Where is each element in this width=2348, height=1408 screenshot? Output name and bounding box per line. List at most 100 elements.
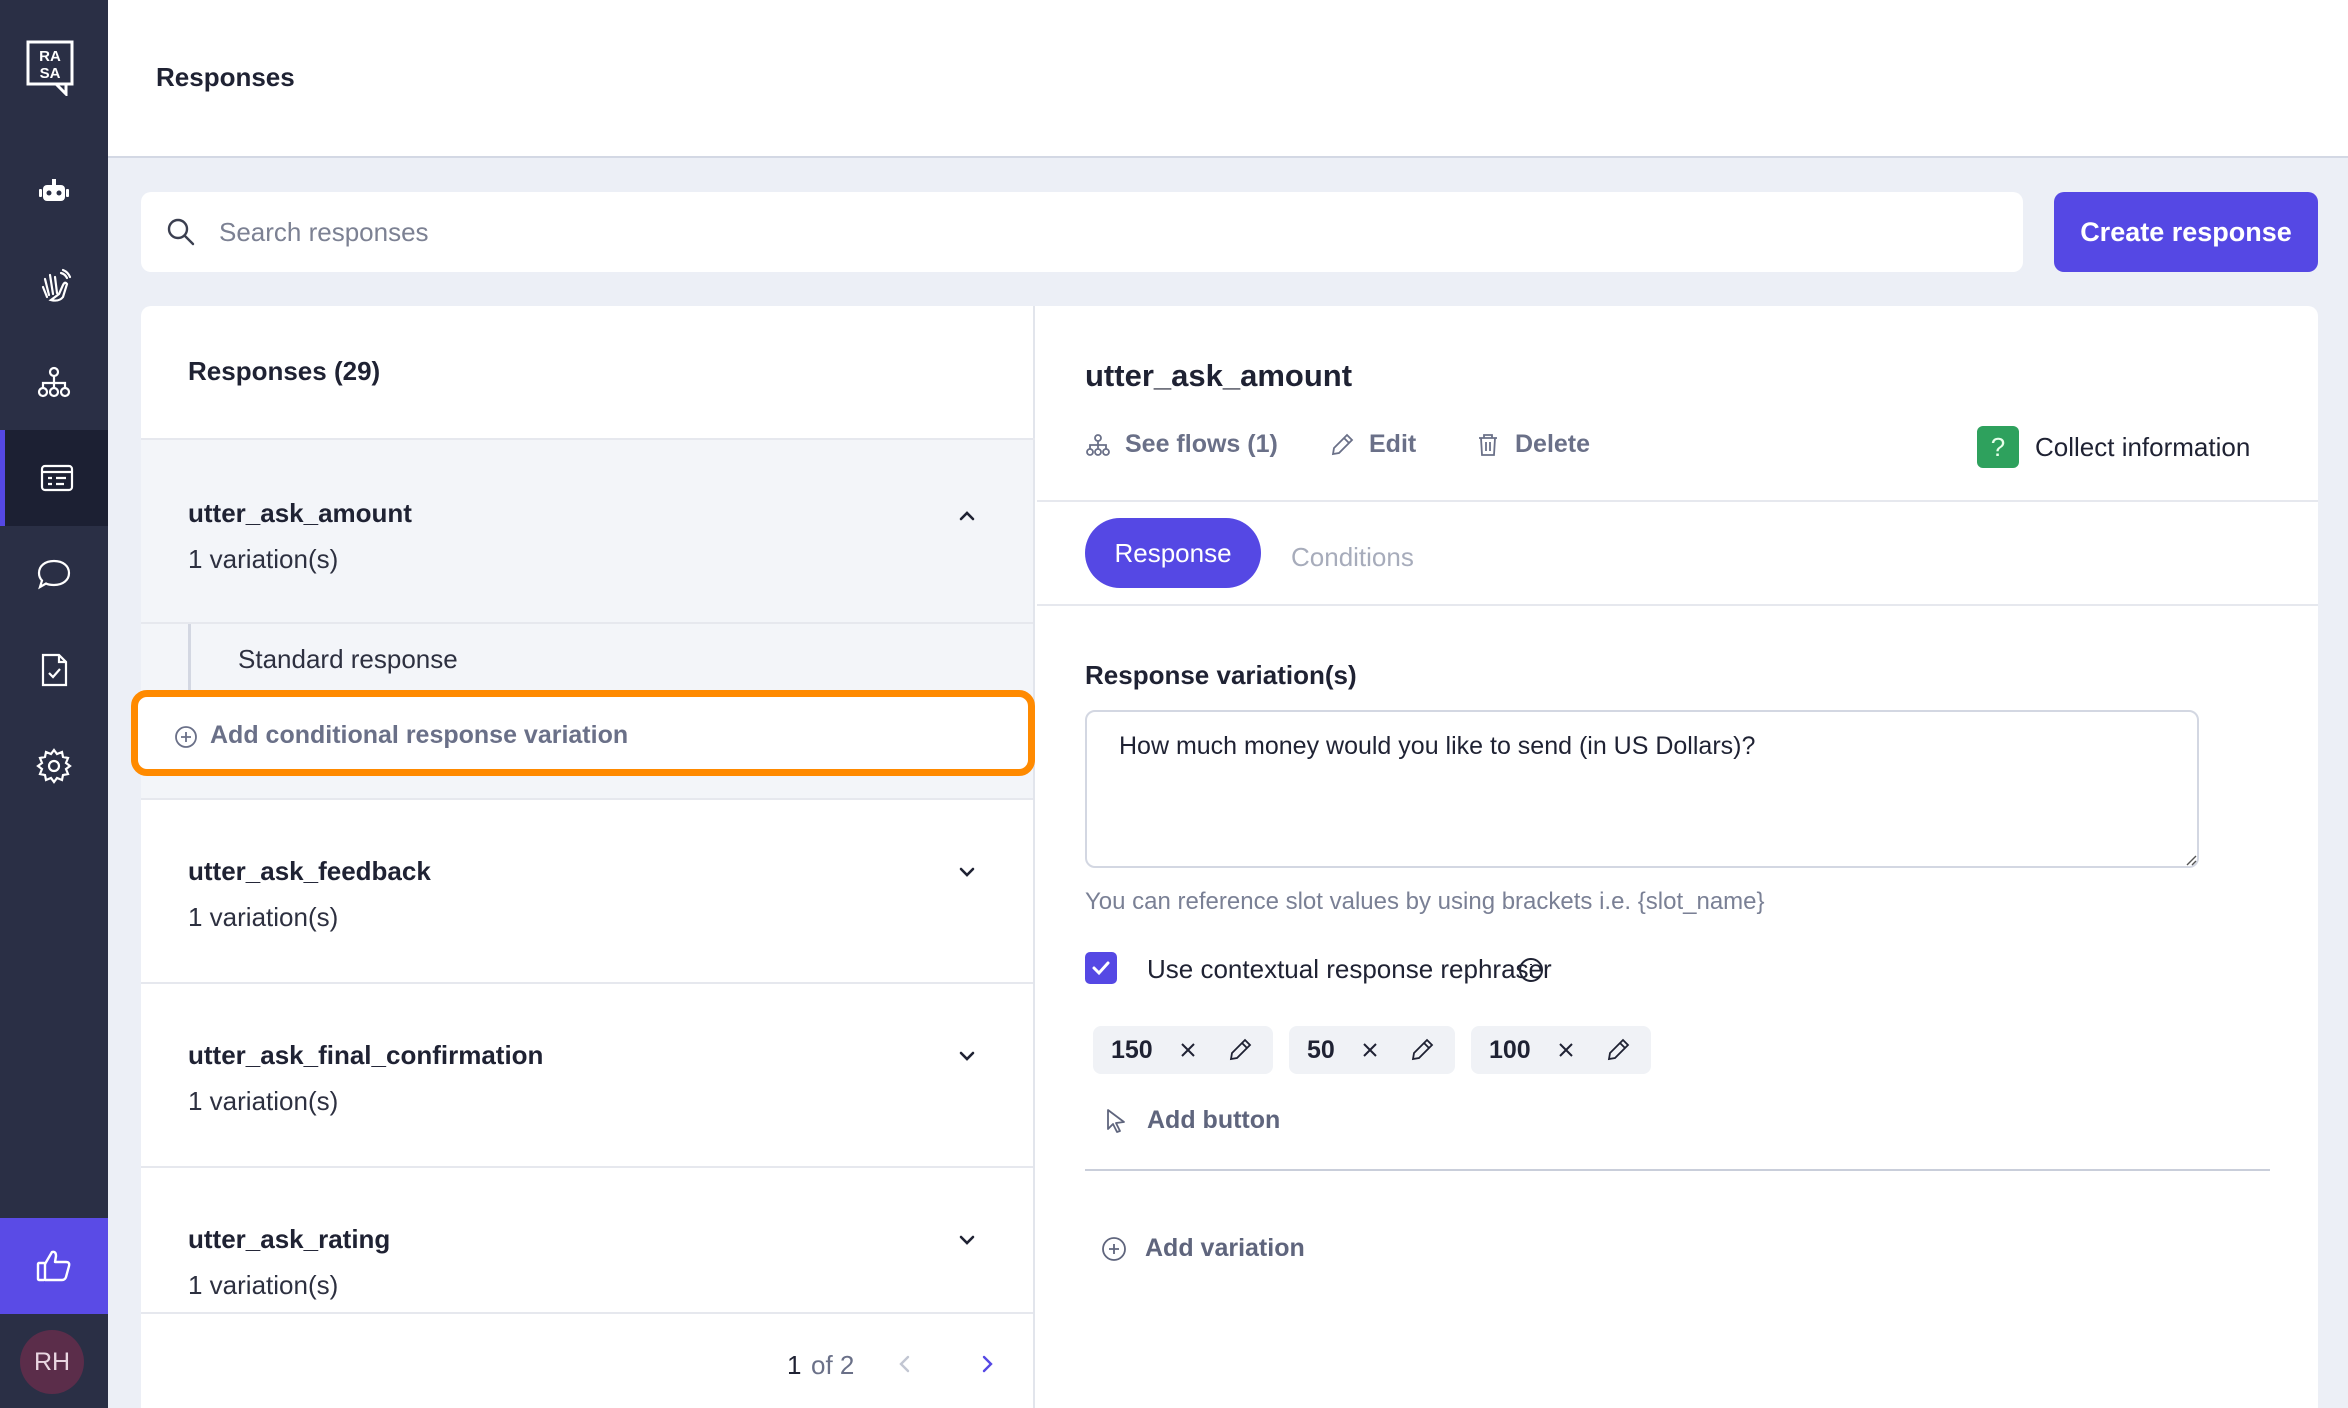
logo-text-bottom: SA	[40, 65, 61, 82]
variation-count: 1 variation(s)	[188, 1086, 339, 1116]
plus-circle-icon	[175, 726, 197, 748]
checkmark-icon	[1092, 961, 1110, 976]
divider	[1085, 1169, 2270, 1171]
standard-response-item[interactable]: Standard response	[238, 644, 458, 675]
list-item[interactable]: utter_ask_amount 1 variation(s)	[141, 440, 1033, 624]
nav-settings[interactable]	[0, 718, 108, 814]
response-button-chip[interactable]: 50	[1289, 1026, 1455, 1074]
chevron-down-icon[interactable]	[953, 1042, 981, 1070]
thumbs-up-icon	[36, 1250, 71, 1282]
nav-conversations[interactable]	[0, 526, 108, 622]
add-variation-button[interactable]: Add variation	[1101, 1234, 1305, 1263]
response-name: utter_ask_rating	[188, 1224, 391, 1254]
robot-icon	[39, 179, 69, 201]
responses-count: Responses (29)	[188, 356, 381, 386]
nav-intents[interactable]	[0, 238, 108, 334]
rasa-logo-icon[interactable]: RA SA	[26, 40, 76, 96]
nav-bot[interactable]	[0, 144, 108, 240]
page-total: of 2	[811, 1350, 855, 1380]
pagination: 1 of 2	[141, 1314, 1033, 1408]
flows-icon	[1086, 433, 1110, 456]
tab-response[interactable]: Response	[1085, 518, 1261, 588]
response-name: utter_ask_final_confirmation	[188, 1040, 544, 1070]
main-card: Responses (29) utter_ask_amount 1 variat…	[131, 306, 2318, 1408]
delete-label: Delete	[1515, 430, 1591, 458]
divider	[1037, 604, 2318, 606]
question-icon: ?	[1977, 426, 2019, 468]
collect-label: Collect information	[2035, 431, 2251, 462]
nav-responses[interactable]	[0, 430, 108, 526]
search-bar	[141, 192, 2023, 272]
add-button-label: Add button	[1147, 1106, 1281, 1134]
button-value: 100	[1489, 1035, 1531, 1064]
close-icon[interactable]	[1179, 1041, 1197, 1059]
responses-list: Responses (29) utter_ask_amount 1 variat…	[131, 306, 1035, 1408]
nav-flows[interactable]	[0, 334, 108, 430]
gear-icon	[36, 748, 72, 784]
search-input[interactable]	[219, 210, 1979, 254]
list-header: Responses (29)	[141, 306, 1035, 440]
chevron-up-icon[interactable]	[953, 502, 981, 530]
pencil-icon[interactable]	[1227, 1037, 1253, 1063]
nav-tests[interactable]	[0, 622, 108, 718]
pencil-icon	[1331, 433, 1354, 455]
variation-textarea[interactable]: How much money would you like to send (i…	[1085, 710, 2199, 868]
search-icon	[167, 218, 195, 246]
variation-count: 1 variation(s)	[188, 1270, 339, 1300]
pencil-icon[interactable]	[1409, 1037, 1435, 1063]
add-variation-label: Add variation	[1145, 1234, 1305, 1262]
sidebar: RA SA RH	[0, 0, 108, 1408]
chevron-right-icon[interactable]	[975, 1352, 999, 1376]
see-flows-label: See flows (1)	[1125, 430, 1278, 458]
chevron-down-icon[interactable]	[953, 1226, 981, 1254]
response-detail: utter_ask_amount See flows (1) Edit Dele…	[1037, 306, 2318, 1408]
collect-information-badge: ? Collect information	[1977, 426, 2250, 468]
variation-count: 1 variation(s)	[188, 544, 339, 574]
see-flows-button[interactable]: See flows (1)	[1085, 430, 1278, 459]
response-button-chip[interactable]: 150	[1093, 1026, 1273, 1074]
plus-circle-icon	[1102, 1236, 1126, 1261]
list-item[interactable]: utter_ask_rating 1 variation(s)	[141, 1168, 1033, 1314]
info-icon[interactable]	[1517, 956, 1545, 984]
pencil-icon[interactable]	[1605, 1037, 1631, 1063]
divider	[1037, 500, 2318, 502]
edit-button[interactable]: Edit	[1329, 430, 1416, 459]
button-value: 150	[1111, 1035, 1153, 1064]
chevron-down-icon[interactable]	[953, 858, 981, 886]
logo-text-top: RA	[39, 48, 61, 65]
avatar[interactable]: RH	[20, 1330, 84, 1394]
close-icon[interactable]	[1557, 1041, 1575, 1059]
rephraser-checkbox[interactable]	[1085, 952, 1117, 984]
tab-conditions[interactable]: Conditions	[1291, 542, 1414, 573]
response-name: utter_ask_feedback	[188, 856, 431, 886]
delete-button[interactable]: Delete	[1475, 430, 1590, 459]
create-response-button[interactable]: Create response	[2054, 192, 2318, 272]
button-value: 50	[1307, 1035, 1335, 1064]
responses-icon	[40, 464, 73, 492]
list-item[interactable]: utter_ask_final_confirmation 1 variation…	[141, 984, 1033, 1168]
slot-hint: You can reference slot values by using b…	[1085, 888, 1765, 915]
variation-count: 1 variation(s)	[188, 902, 339, 932]
tree-line	[188, 624, 191, 696]
trash-icon	[1479, 433, 1497, 456]
list-item[interactable]: utter_ask_feedback 1 variation(s)	[141, 800, 1033, 984]
response-title: utter_ask_amount	[1085, 358, 1353, 393]
chevron-left-icon[interactable]	[893, 1352, 917, 1376]
rephraser-label: Use contextual response rephraser	[1147, 954, 1552, 984]
close-icon[interactable]	[1361, 1041, 1379, 1059]
clipboard-check-icon	[41, 653, 68, 687]
current-page: 1	[787, 1350, 802, 1380]
chat-bubble-icon	[37, 559, 71, 590]
top-bar: Responses	[108, 0, 2348, 158]
add-conditional-label: Add conditional response variation	[210, 721, 629, 749]
add-button-button[interactable]: Add button	[1105, 1106, 1280, 1135]
section-label: Response variation(s)	[1085, 660, 1357, 690]
waving-hand-icon	[41, 268, 72, 302]
edit-label: Edit	[1369, 430, 1417, 458]
page-title: Responses	[156, 62, 295, 92]
response-button-chip[interactable]: 100	[1471, 1026, 1651, 1074]
resize-grip-icon[interactable]	[2183, 852, 2197, 866]
nav-feedback[interactable]	[0, 1218, 108, 1314]
flows-icon	[37, 366, 71, 398]
add-conditional-response-variation-button[interactable]: Add conditional response variation	[131, 690, 1035, 776]
